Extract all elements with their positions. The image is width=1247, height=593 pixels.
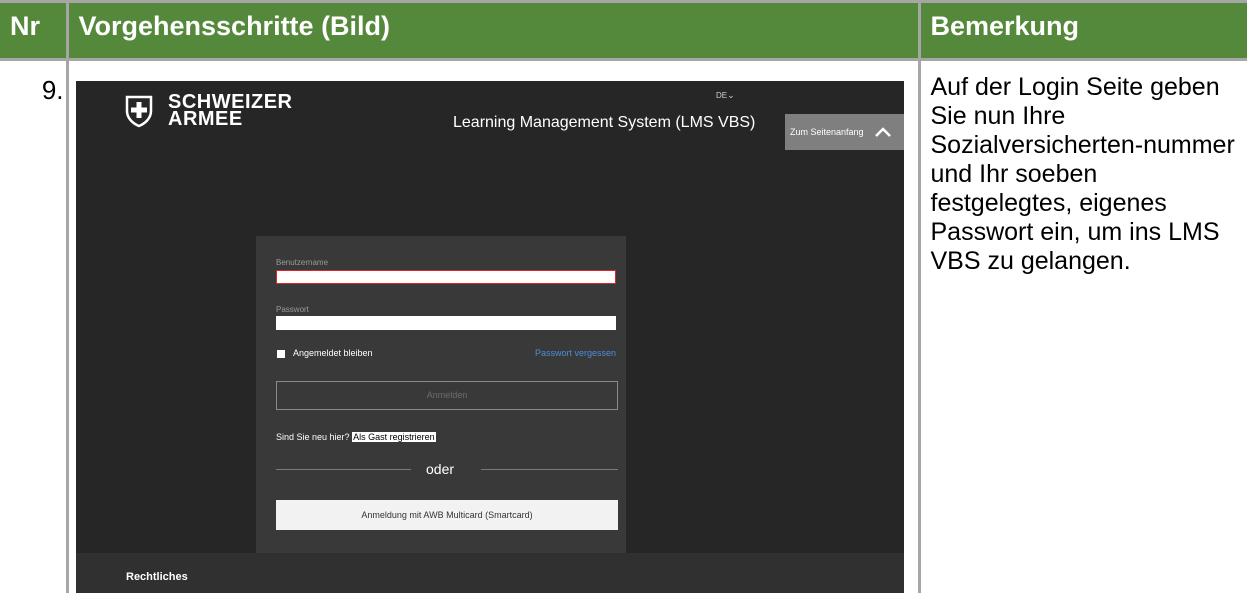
step-number-cell: 9. — [0, 58, 67, 593]
language-label: DE — [716, 91, 728, 100]
or-separator: oder — [426, 461, 455, 477]
language-selector[interactable]: DE⌄ — [716, 90, 735, 101]
header-remark: Bemerkung — [917, 0, 1247, 60]
login-button[interactable]: Anmelden — [276, 381, 618, 410]
remember-label: Angemeldet bleiben — [293, 348, 373, 358]
scroll-to-top-label: Zum Seitenanfang — [790, 127, 864, 137]
chevron-up-icon — [874, 127, 891, 137]
new-user-text: Sind Sie neu hier? — [276, 432, 350, 442]
login-card: Benutzername Passwort Angemeldet bleiben… — [256, 236, 626, 556]
legal-link[interactable]: Rechtliches — [126, 571, 188, 583]
remember-checkbox[interactable] — [277, 350, 285, 358]
remark-text: Auf der Login Seite geben Sie nun Ihre S… — [930, 73, 1235, 275]
divider-left — [276, 469, 411, 470]
scroll-to-top-button[interactable]: Zum Seitenanfang — [785, 114, 904, 150]
chevron-down-icon: ⌄ — [727, 90, 735, 100]
header-steps: Vorgehensschritte (Bild) — [65, 0, 919, 60]
table-header-row: Nr Vorgehensschritte (Bild) Bemerkung — [0, 0, 1247, 60]
password-label: Passwort — [276, 305, 309, 314]
footer: Rechtliches — [76, 553, 904, 593]
divider-right — [481, 469, 618, 470]
guest-register-link[interactable]: Als Gast registrieren — [352, 432, 436, 442]
brand-line-2: ARMEE — [168, 108, 243, 130]
smartcard-login-button[interactable]: Anmeldung mit AWB Multicard (Smartcard) — [276, 500, 618, 530]
password-input[interactable] — [276, 316, 616, 330]
swiss-cross-shield-icon — [125, 95, 153, 128]
username-input[interactable] — [276, 270, 616, 284]
step-number: 9. — [41, 75, 64, 105]
forgot-password-link[interactable]: Passwort vergessen — [535, 348, 616, 358]
username-label: Benutzername — [276, 258, 329, 267]
lms-login-screenshot: SCHWEIZER ARMEE DE⌄ Learning Management … — [76, 81, 904, 593]
app-title: Learning Management System (LMS VBS) — [453, 114, 756, 131]
new-user-prompt: Sind Sie neu hier? Als Gast registrieren — [276, 432, 436, 442]
remark-cell: Auf der Login Seite geben Sie nun Ihre S… — [917, 58, 1247, 593]
header-nr: Nr — [0, 0, 67, 60]
